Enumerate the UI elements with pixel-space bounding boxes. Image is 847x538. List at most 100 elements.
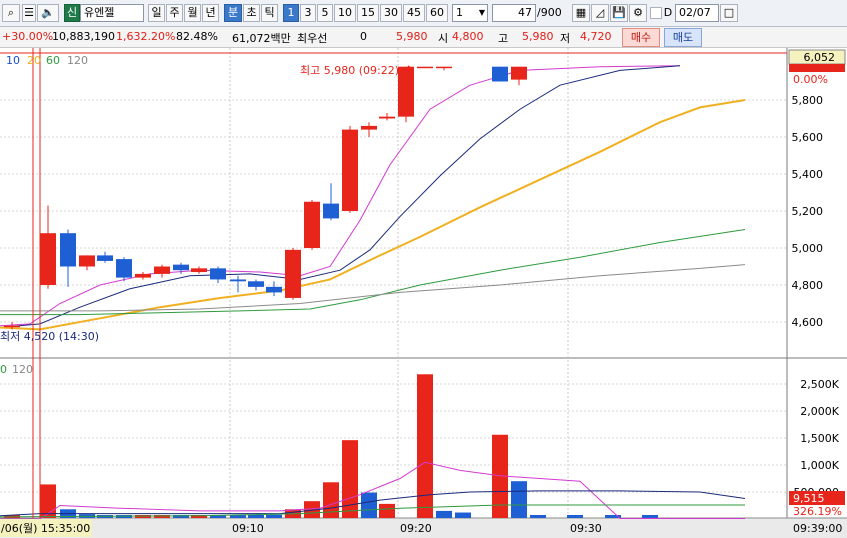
volume-bar bbox=[40, 484, 56, 518]
candle-body bbox=[135, 273, 151, 278]
ma-legend-120: 120 bbox=[67, 54, 88, 67]
price-marker-red bbox=[789, 64, 845, 72]
change-pct: +30.00% bbox=[2, 30, 54, 43]
current-volume-label: 9,515 bbox=[793, 492, 825, 505]
period-week[interactable]: 주 bbox=[166, 4, 183, 22]
time-end-label: 09:39:00 bbox=[793, 522, 842, 535]
ma-legend-60: 60 bbox=[46, 54, 60, 67]
candle-body bbox=[248, 281, 264, 287]
period-month[interactable]: 월 bbox=[184, 4, 201, 22]
vol-legend-0: 0 bbox=[0, 363, 7, 376]
price-tick-label: 5,400 bbox=[792, 168, 824, 181]
candle-body bbox=[323, 203, 339, 219]
volume-bar bbox=[455, 512, 471, 518]
chart-tool-icon[interactable]: ◿ bbox=[591, 4, 609, 22]
candle-body bbox=[230, 279, 246, 282]
candle-body bbox=[361, 125, 377, 130]
candle-body bbox=[436, 66, 452, 69]
search-icon[interactable]: ⌕ bbox=[2, 4, 20, 22]
volume-bar bbox=[266, 514, 282, 518]
toolbar: ⌕ ☰ 🔈 신 유엔젤 일 주 월 년 분 초 틱 1 3 5 10 15 30… bbox=[0, 0, 847, 27]
ma-legend-20: 20 bbox=[27, 54, 41, 67]
volume-tick-label: 2,000K bbox=[800, 405, 839, 418]
minute-45[interactable]: 45 bbox=[403, 4, 425, 22]
period-day[interactable]: 일 bbox=[148, 4, 165, 22]
candle-body bbox=[40, 233, 56, 285]
interval-minute[interactable]: 분 bbox=[224, 4, 242, 22]
price-tick-label: 5,000 bbox=[792, 242, 824, 255]
stock-name-input[interactable]: 유엔젤 bbox=[80, 4, 144, 22]
candle-body bbox=[417, 66, 433, 69]
minute-1[interactable]: 1 bbox=[283, 4, 299, 22]
volume-tick-label: 1,000K bbox=[800, 459, 839, 472]
chevron-down-icon: ▼ bbox=[478, 8, 485, 17]
candle-body bbox=[97, 255, 113, 261]
interval-tick[interactable]: 틱 bbox=[261, 4, 278, 22]
candle-body bbox=[492, 66, 508, 82]
volume-pct: 1,632.20% bbox=[116, 30, 176, 43]
price-tick-label: 5,800 bbox=[792, 94, 824, 107]
buy-button[interactable]: 매수 bbox=[622, 28, 660, 47]
volume-pct-label: 326.19% bbox=[793, 505, 842, 518]
current-price-label: 6,052 bbox=[804, 51, 836, 64]
candle-body bbox=[398, 66, 414, 117]
price-tick-label: 5,200 bbox=[792, 205, 824, 218]
quote-bar: +30.00% 10,883,190 1,632.20% 82.48% 61,0… bbox=[0, 27, 847, 48]
candle-body bbox=[266, 286, 282, 293]
date-checkbox[interactable] bbox=[650, 7, 662, 19]
candle-body bbox=[379, 116, 395, 119]
volume-bar bbox=[511, 481, 527, 518]
open-label: 시 bbox=[438, 32, 449, 45]
price-tick-label: 4,600 bbox=[792, 316, 824, 329]
candle-body bbox=[285, 249, 301, 298]
menu-list-icon[interactable]: ☰ bbox=[22, 4, 36, 22]
count-input[interactable]: 47 bbox=[508, 4, 536, 22]
time-tick-0910: 09:10 bbox=[232, 522, 264, 535]
minute-60[interactable]: 60 bbox=[426, 4, 448, 22]
high-annotation: 최고 5,980 (09:22) bbox=[300, 64, 399, 77]
low-annotation: 최저 4,520 (14:30) bbox=[0, 330, 99, 343]
vol-legend-120: 120 bbox=[12, 363, 33, 376]
current-price: 5,980 bbox=[396, 30, 428, 43]
time-cursor-label: /06(월) 15:35:00 bbox=[1, 522, 90, 535]
candle-body bbox=[116, 259, 132, 278]
minute-value: 1 bbox=[456, 6, 463, 19]
minute-3[interactable]: 3 bbox=[300, 4, 316, 22]
candle-body bbox=[210, 268, 226, 280]
price-tick-label: 4,800 bbox=[792, 279, 824, 292]
minute-15[interactable]: 15 bbox=[357, 4, 379, 22]
grid-icon[interactable]: ▦ bbox=[572, 4, 590, 22]
period-year[interactable]: 년 bbox=[202, 4, 219, 22]
volume-bar bbox=[379, 503, 395, 518]
count-spinner[interactable] bbox=[492, 4, 508, 22]
calendar-icon[interactable]: □ bbox=[720, 4, 738, 22]
trade-amount: 61,072백만 bbox=[232, 32, 291, 45]
date-input[interactable]: 02/07 bbox=[675, 4, 719, 22]
count-total: /900 bbox=[537, 6, 562, 19]
volume: 10,883,190 bbox=[52, 30, 115, 43]
minute-10[interactable]: 10 bbox=[334, 4, 356, 22]
volume-bar bbox=[567, 515, 583, 518]
ma-legend-10: 10 bbox=[6, 54, 20, 67]
high-value: 5,980 bbox=[522, 30, 554, 43]
candle-body bbox=[304, 201, 320, 248]
volume-bar bbox=[361, 492, 377, 518]
price-volume-chart[interactable]: 10 20 60 120 최고 5,980 (09:22) 최저 4,520 (… bbox=[0, 48, 847, 538]
candle-body bbox=[173, 264, 189, 271]
minute-5[interactable]: 5 bbox=[317, 4, 333, 22]
sell-button[interactable]: 매도 bbox=[664, 28, 702, 47]
minute-value-select[interactable]: 1 ▼ bbox=[452, 4, 488, 22]
volume-bar bbox=[436, 510, 452, 518]
gear-icon[interactable]: ⚙ bbox=[629, 4, 647, 22]
interval-second[interactable]: 초 bbox=[243, 4, 260, 22]
volume-tick-label: 2,500K bbox=[800, 378, 839, 391]
time-tick-0920: 09:20 bbox=[400, 522, 432, 535]
pref-value: 0 bbox=[360, 30, 367, 43]
speaker-icon[interactable]: 🔈 bbox=[37, 4, 59, 22]
save-icon[interactable]: 💾 bbox=[610, 4, 628, 22]
minute-30[interactable]: 30 bbox=[380, 4, 402, 22]
candle-body bbox=[79, 255, 95, 267]
d-label: D bbox=[663, 6, 673, 19]
low-label: 저 bbox=[560, 32, 571, 45]
volume-bar bbox=[248, 515, 264, 518]
